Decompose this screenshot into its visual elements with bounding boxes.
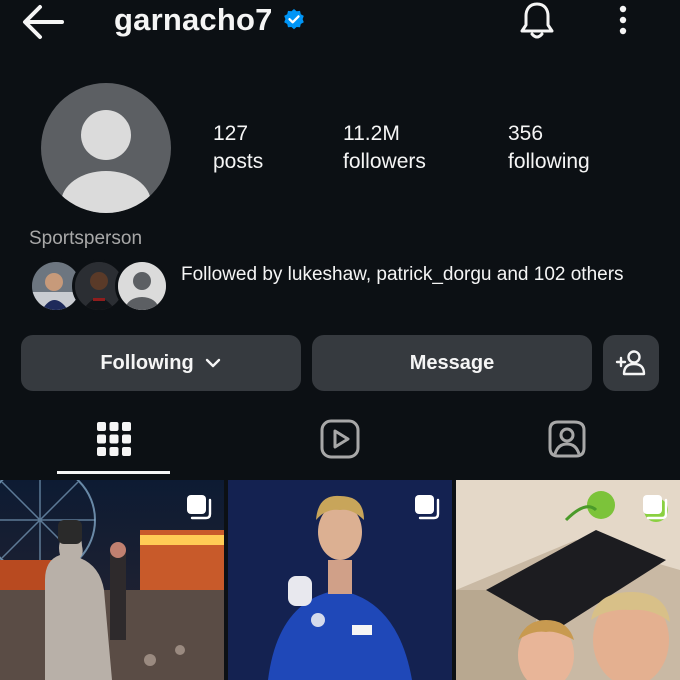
grid-icon [96,422,131,456]
tab-reels[interactable] [283,400,396,478]
post-thumbnail[interactable] [0,480,224,680]
add-person-icon [615,350,646,376]
stat-posts[interactable]: 127 posts [213,120,263,176]
post-thumbnail[interactable] [456,480,680,680]
more-options-icon[interactable] [606,4,640,38]
followers-label: followers [343,150,426,173]
posts-label: posts [213,150,264,173]
following-count: 356 [508,122,544,145]
post-grid [0,480,680,680]
following-button[interactable]: Following [21,335,301,391]
reels-icon [320,419,359,459]
tagged-icon [548,420,585,458]
posts-count: 127 [213,122,249,145]
following-label: following [508,150,590,173]
stat-following[interactable]: 356 following [508,120,590,176]
top-bar: garnacho7 [0,0,680,52]
mutual-avatar-3 [115,259,169,313]
suggested-users-button[interactable] [603,335,659,391]
carousel-icon [187,495,212,520]
followed-by-text[interactable]: Followed by lukeshaw, patrick_dorgu and … [181,263,641,286]
profile-avatar[interactable] [41,83,171,213]
verified-badge-icon [284,9,304,30]
stat-followers[interactable]: 11.2M followers [343,120,426,176]
profile-category: Sportsperson [29,228,143,249]
post-thumbnail[interactable] [228,480,452,680]
profile-tabs [0,400,680,478]
following-button-label: Following [100,351,194,374]
tab-posts[interactable] [57,400,170,478]
message-button[interactable]: Message [312,335,592,391]
back-arrow-icon[interactable] [18,2,68,42]
carousel-icon [415,495,440,520]
message-button-label: Message [409,351,495,374]
tab-tagged[interactable] [510,400,623,478]
active-tab-indicator [57,471,170,474]
followers-count: 11.2M [343,122,400,145]
mutual-followers-avatars[interactable] [29,259,169,313]
profile-username: garnacho7 [114,2,273,37]
chevron-down-icon [205,358,220,368]
default-avatar-icon [61,110,151,213]
carousel-icon [643,495,668,520]
bell-icon[interactable] [516,0,558,42]
